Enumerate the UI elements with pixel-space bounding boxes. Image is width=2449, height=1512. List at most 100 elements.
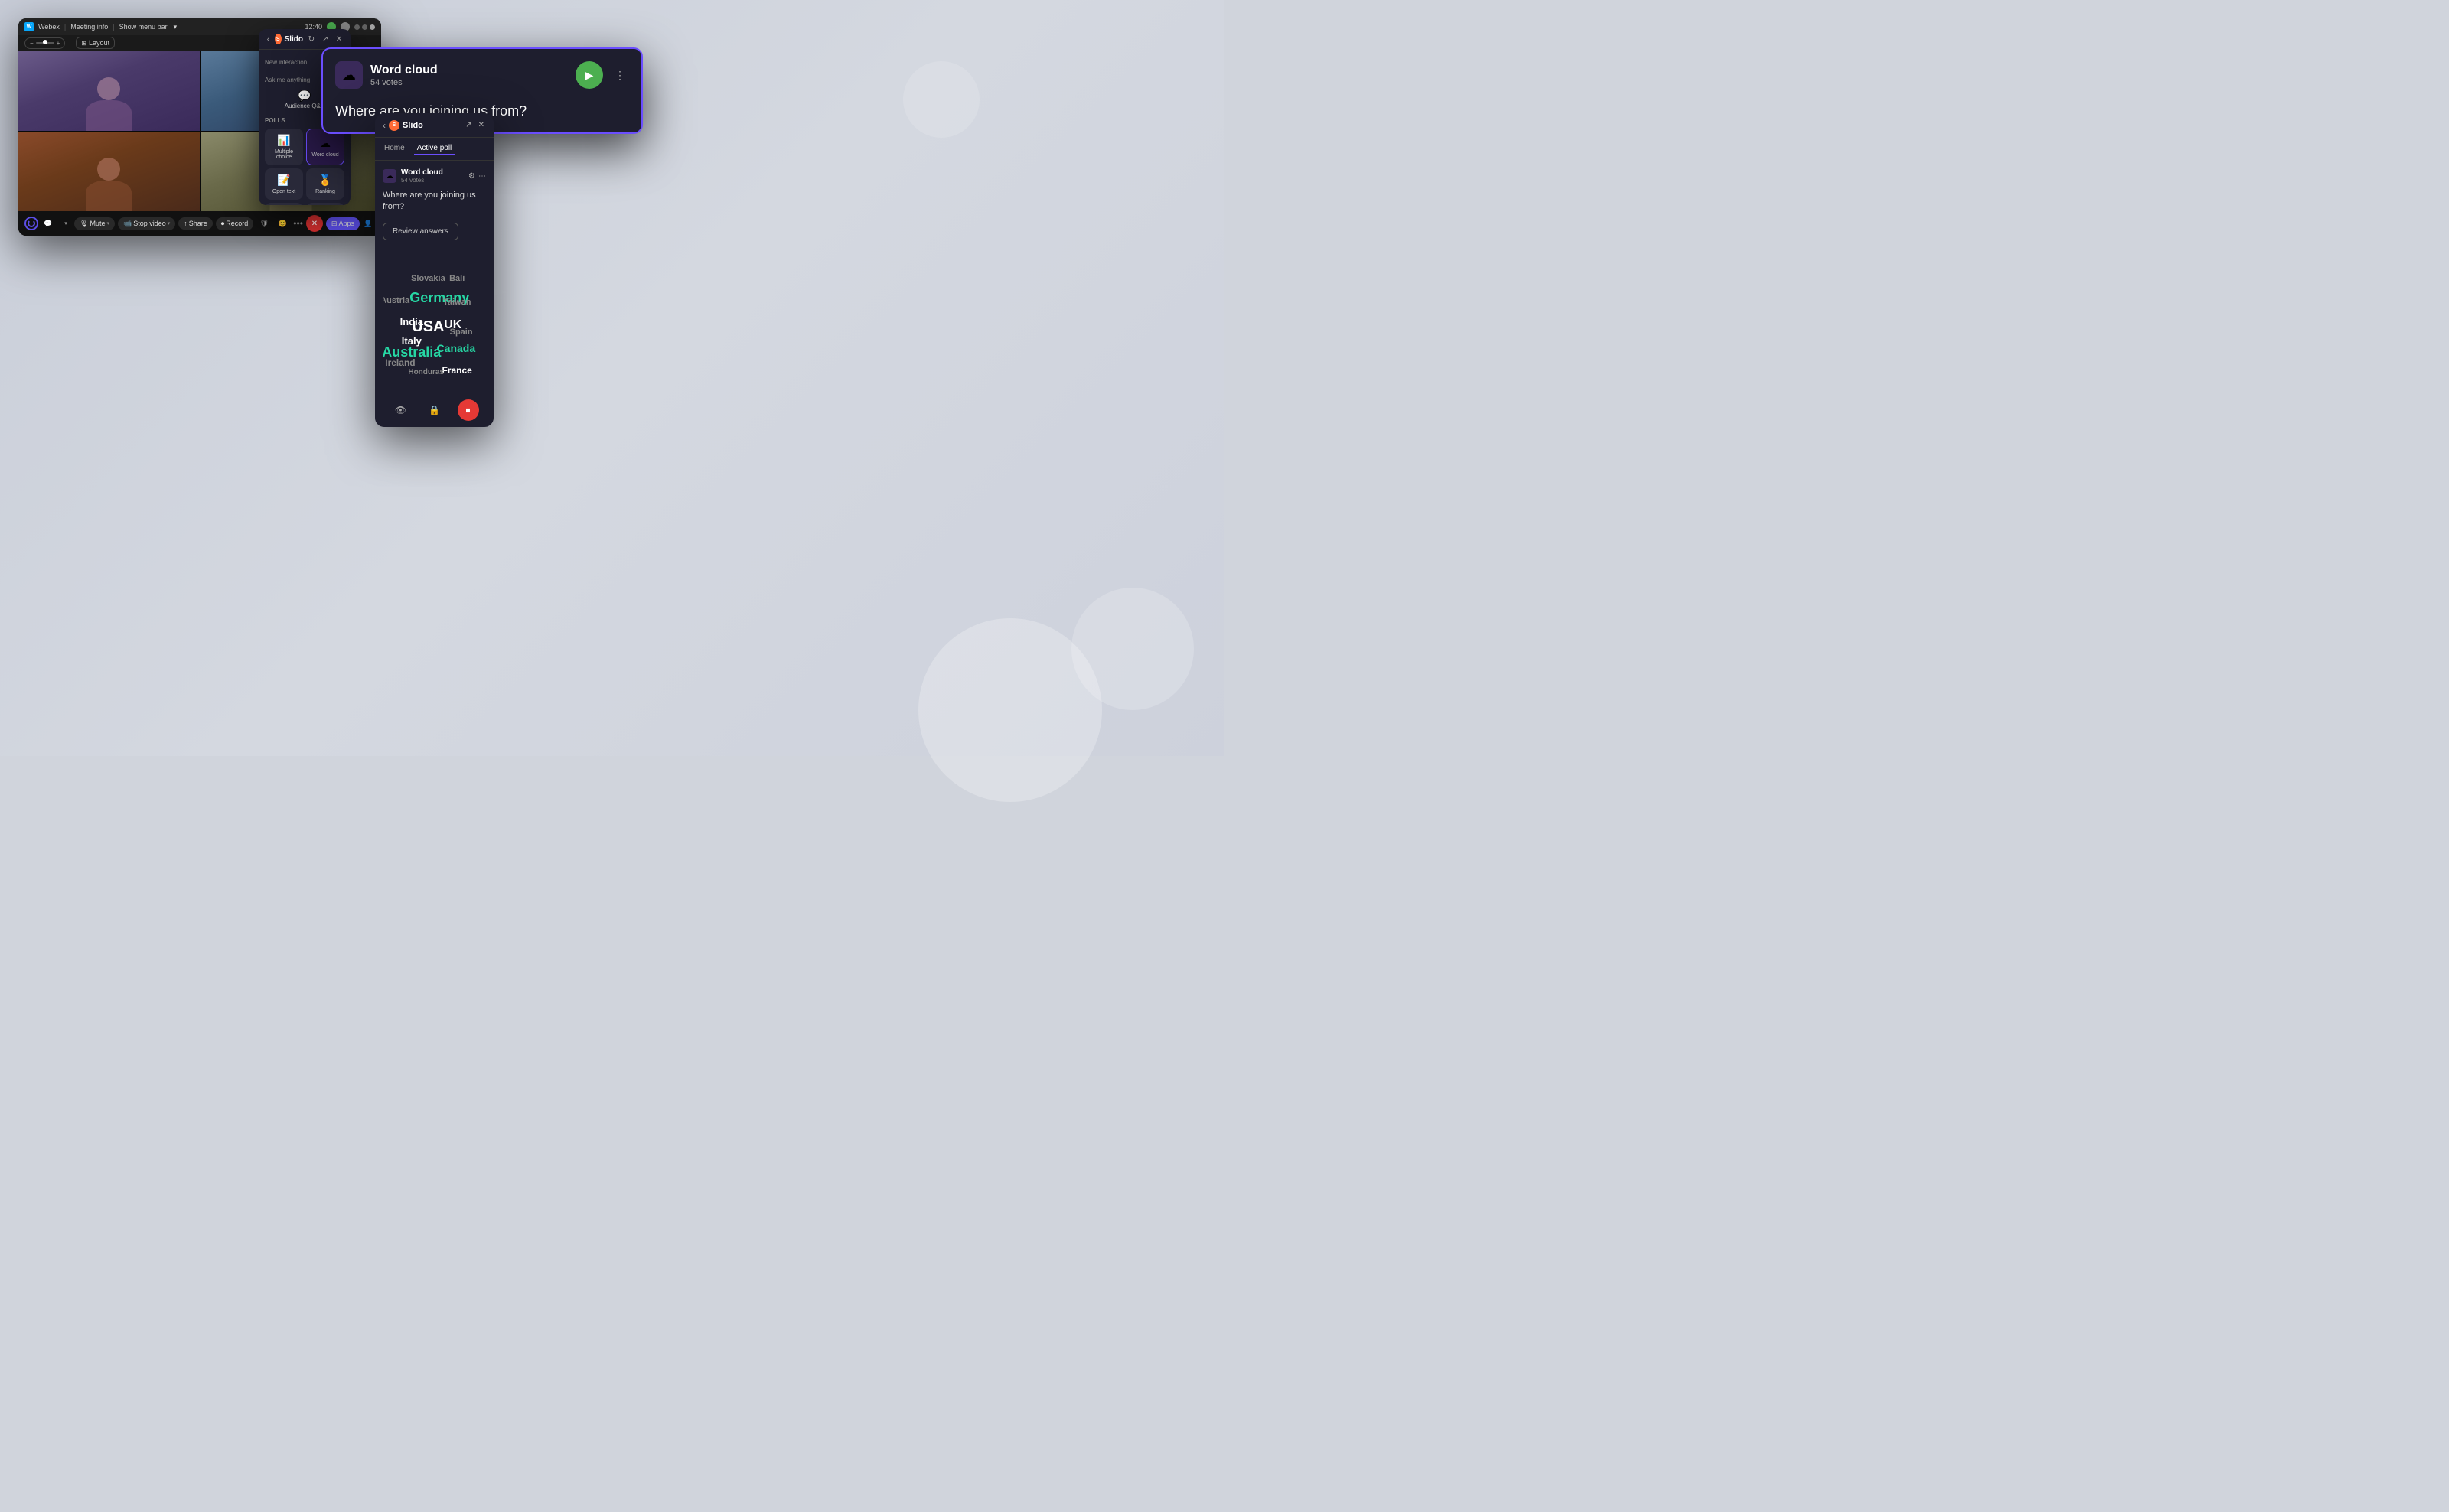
mute-label: Mute — [90, 220, 105, 227]
open-text-label: Open text — [272, 189, 295, 194]
new-interaction-label: New interaction — [265, 59, 307, 66]
stop-poll-icon[interactable]: ⏹ — [458, 399, 479, 421]
open-text-item[interactable]: 📝 Open text — [265, 168, 303, 200]
shield-icon[interactable]: 🛡 — [256, 216, 272, 231]
status-indicator — [24, 217, 38, 230]
action-bar-center: 🎙 Mute ▾ 📹 Stop video ▾ ↑ Share ⏺ Record… — [74, 215, 360, 232]
caption-chevron[interactable]: ▾ — [58, 216, 73, 231]
poll-settings-icon[interactable]: ⚙ — [468, 172, 475, 181]
mute-button[interactable]: 🎙 Mute ▾ — [74, 217, 115, 230]
word-tag-india: India — [400, 316, 423, 327]
webex-app-name: Webex — [38, 23, 60, 31]
stop-video-button[interactable]: 📹 Stop video ▾ — [118, 217, 175, 230]
slido-logo-icon: S — [275, 34, 282, 44]
audience-qa-label: Audience Q&A — [285, 103, 324, 109]
share-icon: ↑ — [184, 220, 188, 227]
slido-sidebar-close-icon[interactable]: ✕ — [477, 119, 486, 131]
layout-grid-icon: ⊞ — [81, 40, 86, 47]
ranking-item[interactable]: 🏅 Ranking — [306, 168, 344, 200]
review-answers-button[interactable]: Review answers — [383, 223, 458, 240]
more-options-button[interactable]: ••• — [293, 218, 303, 229]
audience-qa-icon: 💬 — [298, 90, 311, 103]
wcp-play-button[interactable]: ▶ — [576, 61, 603, 89]
word-cloud-item[interactable]: ☁ Word cloud — [306, 129, 344, 165]
share-button[interactable]: ↑ Share — [178, 217, 213, 230]
wcp-votes: 54 votes — [370, 78, 568, 87]
zoom-in-icon[interactable]: + — [57, 40, 60, 47]
participants-icon[interactable]: 👤 — [360, 216, 376, 231]
ranking-icon: 🏅 — [318, 174, 331, 187]
word-tag-honduras: Honduras — [408, 368, 444, 376]
word-tag-bali: Bali — [449, 274, 465, 283]
mute-chevron-icon: ▾ — [106, 220, 109, 226]
back-button[interactable]: ‹ — [265, 34, 272, 44]
action-bar-left: 💬 ▾ — [24, 216, 73, 231]
nav-home[interactable]: Home — [381, 142, 408, 155]
word-tag-austria: Austria — [383, 296, 409, 305]
refresh-icon[interactable]: ↻ — [306, 34, 317, 44]
poll-question: Where are you joining us from? — [383, 190, 486, 213]
slido-sidebar: ‹ S Slido ↗ ✕ Home Active poll ☁ Word cl… — [375, 113, 494, 427]
word-tag-canada: Canada — [437, 342, 476, 354]
action-bar: 💬 ▾ 🎙 Mute ▾ 📹 Stop video ▾ ↑ Share ⏺ Re… — [18, 211, 381, 236]
external-link-icon[interactable]: ↗ — [320, 34, 331, 44]
word-tag-spain: Spain — [450, 327, 473, 337]
apps-label: Apps — [338, 220, 354, 227]
word-cloud-popup-icon: ☁ — [335, 61, 363, 89]
wcp-header: ☁ Word cloud 54 votes ▶ ⋮ — [335, 61, 629, 89]
poll-more-icon[interactable]: ⋯ — [478, 172, 486, 181]
window-controls — [354, 24, 375, 30]
microphone-icon: 🎙 — [80, 220, 88, 228]
slido-sidebar-back-icon[interactable]: ‹ — [383, 120, 386, 131]
lock-icon[interactable]: 🔒 — [424, 399, 445, 421]
open-text-icon: 📝 — [277, 174, 290, 187]
minimize-btn[interactable] — [354, 24, 360, 30]
poll-type-icon: ☁ — [383, 169, 396, 183]
slido-sidebar-external-icon[interactable]: ↗ — [464, 119, 473, 131]
poll-actions: ⚙ ⋯ — [468, 172, 486, 181]
end-call-button[interactable]: ✕ — [306, 215, 323, 232]
word-cloud-visualization: GermanyUSAAustraliaUKCanadaFranceIndiaIt… — [383, 251, 486, 381]
maximize-btn[interactable] — [362, 24, 367, 30]
slido-sidebar-nav: Home Active poll — [375, 138, 494, 161]
multiple-choice-label: Multiple choice — [269, 149, 299, 160]
slido-sidebar-title: Slido — [403, 121, 423, 130]
quiz-item[interactable]: 🏆 Quiz — [306, 203, 344, 205]
video-icon: 📹 — [123, 220, 132, 228]
emoji-icon[interactable]: 😊 — [275, 216, 290, 231]
nav-active-poll[interactable]: Active poll — [414, 142, 455, 155]
poll-votes: 54 votes — [401, 177, 464, 184]
slido-sidebar-header: ‹ S Slido ↗ ✕ — [375, 113, 494, 138]
close-btn[interactable] — [370, 24, 375, 30]
poll-header: ☁ Word cloud 54 votes ⚙ ⋯ — [383, 168, 486, 184]
eye-icon[interactable]: 👁 — [390, 399, 412, 421]
wcp-title: Word cloud — [370, 64, 568, 77]
show-menu-btn[interactable]: Show menu bar — [119, 23, 168, 31]
video-cell-topleft — [18, 51, 200, 131]
polls-grid: 📊 Multiple choice ☁ Word cloud 📝 Open te… — [259, 125, 351, 205]
word-cloud-icon: ☁ — [320, 137, 331, 150]
word-tag-ireland: Ireland — [385, 357, 415, 368]
zoom-out-icon[interactable]: − — [30, 40, 34, 47]
apps-grid-icon: ⊞ — [331, 220, 338, 228]
apps-button[interactable]: ⊞ Apps — [326, 217, 360, 230]
layout-button[interactable]: ⊞ Layout — [76, 37, 115, 49]
chevron-down-icon: ▾ — [174, 23, 178, 31]
multiple-choice-item[interactable]: 📊 Multiple choice — [265, 129, 303, 165]
record-label: Record — [226, 220, 248, 227]
slido-panel-actions: ↻ ↗ ✕ — [306, 34, 344, 44]
close-panel-icon[interactable]: ✕ — [334, 34, 344, 44]
record-button[interactable]: ⏺ Record — [216, 217, 254, 230]
slido-sidebar-bottom-bar: 👁 🔒 ⏹ — [375, 393, 494, 427]
record-icon: ⏺ — [221, 220, 225, 228]
rating-item[interactable]: ⭐ Rating — [265, 203, 303, 205]
zoom-controls[interactable]: − + — [24, 37, 65, 49]
wcp-title-group: Word cloud 54 votes — [370, 64, 568, 87]
stop-video-label: Stop video — [133, 220, 166, 227]
caption-btn[interactable]: 💬 — [41, 216, 56, 231]
video-cell-bottomleft — [18, 132, 200, 212]
slido-panel-header: ‹ S Slido ↻ ↗ ✕ — [259, 29, 351, 50]
meeting-info-btn[interactable]: Meeting info — [70, 23, 108, 31]
webex-logo-icon: W — [24, 22, 34, 31]
wcp-more-icon[interactable]: ⋮ — [611, 66, 629, 84]
